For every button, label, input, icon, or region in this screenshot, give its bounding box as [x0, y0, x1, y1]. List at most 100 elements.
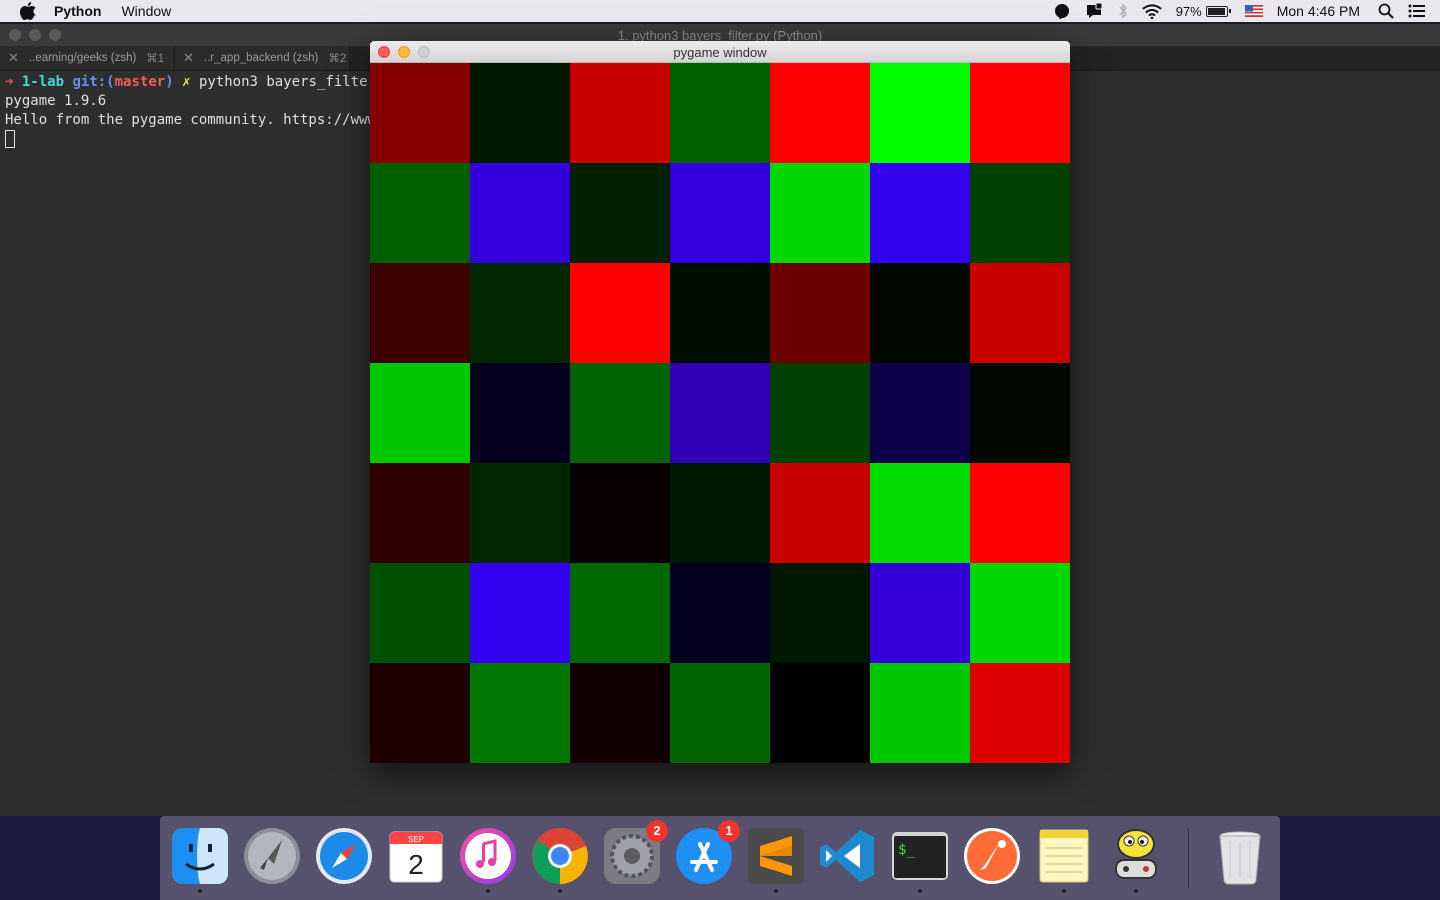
bayer-cell [370, 263, 470, 363]
dock-item-notes[interactable] [1034, 826, 1094, 893]
dock-item-calendar[interactable]: SEP 2 [386, 826, 446, 886]
menubar-clock[interactable]: Mon 4:46 PM [1277, 3, 1360, 19]
running-indicator [774, 889, 778, 893]
bayer-cell [670, 363, 770, 463]
dock-item-sublime-text[interactable] [746, 826, 806, 893]
pygame-window[interactable]: pygame window [370, 41, 1070, 763]
bayer-cell [470, 463, 570, 563]
tab-label: ..r_app_backend (zsh) [203, 52, 319, 64]
bayer-cell [970, 463, 1070, 563]
dock-item-vscode[interactable] [818, 826, 878, 886]
status-circle-icon[interactable] [1054, 3, 1070, 19]
itunes-icon [460, 828, 516, 884]
dock-item-finder[interactable] [170, 826, 230, 893]
dock-separator [1188, 828, 1189, 888]
battery-fill [1207, 7, 1226, 15]
dock-item-launchpad[interactable] [242, 826, 302, 886]
bayer-cell [970, 63, 1070, 163]
wifi-icon[interactable] [1142, 3, 1162, 19]
dock-item-app-store[interactable]: 1 [674, 820, 740, 886]
safari-icon [316, 828, 372, 884]
bluetooth-icon[interactable] [1118, 3, 1128, 19]
bayer-cell [570, 263, 670, 363]
bayer-cell [670, 63, 770, 163]
prompt-arrow: ➜ [5, 74, 14, 90]
us-flag-icon[interactable] [1244, 5, 1263, 17]
pygame-titlebar[interactable]: pygame window [370, 41, 1070, 63]
bayer-cell [370, 163, 470, 263]
bayer-cell [970, 163, 1070, 263]
running-indicator [1062, 889, 1066, 893]
calendar-icon: SEP 2 [389, 831, 443, 883]
bayer-cell [370, 663, 470, 763]
chrome-icon [532, 828, 588, 884]
terminal-tab-2[interactable]: ✕ ..r_app_backend (zsh) ⌘2 [175, 46, 350, 70]
terminal-icon: $_ [892, 832, 948, 880]
bayer-cell [970, 263, 1070, 363]
menu-bar: Python Window 97% Mon 4:46 PM [0, 0, 1440, 22]
prompt-directory: 1-lab [21, 74, 65, 90]
running-indicator [486, 889, 490, 893]
battery-icon [1205, 5, 1228, 17]
bayer-cell [470, 263, 570, 363]
dock: SEP 2 2 1 $_ [160, 816, 1280, 900]
bayer-cell [570, 163, 670, 263]
bayer-cell [470, 163, 570, 263]
dock-item-chrome[interactable] [530, 826, 590, 893]
bayer-cell [470, 363, 570, 463]
prompt-branch: master [114, 74, 166, 90]
tab-close-icon[interactable]: ✕ [183, 50, 194, 66]
running-indicator [558, 889, 562, 893]
bayer-cell [770, 663, 870, 763]
calendar-day: 2 [408, 849, 424, 880]
bayer-cell [470, 563, 570, 663]
tab-label: ..earning/geeks (zsh) [28, 52, 137, 64]
terminal-cursor [5, 130, 15, 148]
menu-window[interactable]: Window [121, 3, 171, 19]
running-indicator [918, 889, 922, 893]
spotlight-search-icon[interactable] [1378, 3, 1394, 19]
apple-logo-icon[interactable] [20, 2, 36, 20]
notification-badge: 2 [646, 820, 668, 842]
bayer-cell [870, 463, 970, 563]
tab-shortcut: ⌘1 [146, 53, 165, 65]
dock-item-pygame[interactable] [1106, 826, 1166, 893]
bayer-cell [670, 463, 770, 563]
bayer-cell [570, 63, 670, 163]
sublime-text-icon [748, 828, 804, 884]
prompt-command: python3 bayers_filter. [198, 74, 385, 90]
bayer-cell [870, 363, 970, 463]
bayer-cell [370, 463, 470, 563]
battery-status[interactable]: 97% [1176, 4, 1231, 19]
bayer-cell [770, 163, 870, 263]
bayer-cell [870, 563, 970, 663]
notes-icon [1039, 829, 1089, 883]
bayer-cell [770, 263, 870, 363]
pygame-title: pygame window [673, 45, 767, 60]
bayer-filter-grid[interactable] [370, 63, 1070, 763]
tab-close-icon[interactable]: ✕ [8, 50, 19, 66]
bayer-cell [370, 563, 470, 663]
dock-item-terminal[interactable]: $_ [890, 826, 950, 893]
dock-item-trash[interactable] [1210, 826, 1270, 886]
bayer-cell [970, 563, 1070, 663]
dock-item-itunes[interactable] [458, 826, 518, 893]
bayer-cell [770, 363, 870, 463]
battery-percent: 97% [1175, 3, 1202, 19]
bayer-cell [670, 663, 770, 763]
tab-shortcut: ⌘2 [328, 53, 347, 65]
running-indicator [1134, 889, 1138, 893]
notification-badge: 1 [718, 820, 740, 842]
notification-center-icon[interactable] [1408, 4, 1426, 18]
bayer-cell [970, 663, 1070, 763]
trash-icon [1219, 831, 1261, 885]
app-menu-python[interactable]: Python [54, 3, 101, 19]
dock-item-system-preferences[interactable]: 2 [602, 820, 668, 886]
dock-item-postman[interactable] [962, 826, 1022, 886]
terminal-prompt-glyph: $_ [898, 842, 915, 858]
bayer-cell [370, 63, 470, 163]
terminal-tab-1[interactable]: ✕ ..earning/geeks (zsh) ⌘1 [0, 46, 175, 70]
notifications-icon[interactable] [1084, 3, 1104, 19]
dock-item-safari[interactable] [314, 826, 374, 886]
bayer-cell [470, 63, 570, 163]
